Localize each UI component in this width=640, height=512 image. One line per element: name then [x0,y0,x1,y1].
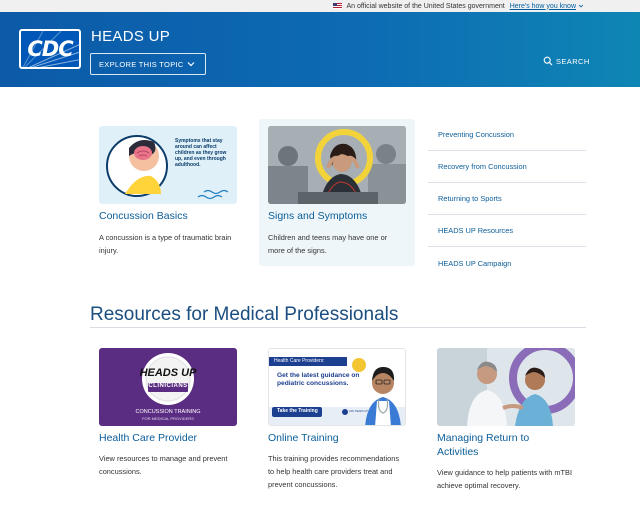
concussion-basics-image: Symptoms that stay around can affect chi… [99,126,237,204]
badge-heads-up-text: HEADS UP [139,367,197,379]
student-headache-photo [268,126,406,204]
heres-how-you-know-label: Here's how you know [509,2,576,10]
search-label: SEARCH [556,56,590,66]
managing-return-card[interactable]: Managing Return to Activities View guida… [437,348,577,498]
take-training-graphic-button: Take the Training [277,408,318,414]
chevron-down-icon [187,62,195,67]
chevron-down-icon [578,4,584,8]
heres-how-you-know-link[interactable]: Here's how you know [510,3,584,10]
doctor-patient-photo [437,348,575,426]
us-flag-icon [333,3,343,9]
concussion-basics-card[interactable]: Symptoms that stay around can affect chi… [99,126,237,266]
card-title[interactable]: Online Training [268,431,339,445]
card-description: This training provides recommendations t… [268,454,400,489]
card-title[interactable]: Health Care Provider [99,431,197,445]
badge-clinicians-text: CLINICIANS [148,383,188,389]
card-description: A concussion is a type of traumatic brai… [99,233,232,255]
caption-providers-text: FOR MEDICAL PROVIDERS [142,416,194,421]
logo-text: CDC [27,37,73,61]
search-button[interactable]: SEARCH [543,56,590,66]
card-title[interactable]: Signs and Symptoms [268,209,367,223]
side-link-preventing-concussion[interactable]: Preventing Concussion [428,119,586,151]
section-divider [90,327,586,328]
signs-symptoms-image [268,126,406,204]
caption-training-text: CONCUSSION TRAINING [135,409,201,415]
site-header: CDC HEADS UP EXPLORE THIS TOPIC SEARCH [0,12,640,87]
site-title[interactable]: HEADS UP [91,28,170,45]
concussion-basics-image-text: Symptoms that stay around can affect chi… [175,138,227,168]
online-training-card[interactable]: Health Care Providers: Get the latest gu… [268,348,406,506]
side-link-list: Preventing Concussion Recovery from Conc… [428,119,586,279]
card-title[interactable]: Concussion Basics [99,209,188,223]
training-tag-text: Health Care Providers: [274,358,325,364]
search-icon [543,56,553,66]
card-title[interactable]: Managing Return to Activities [437,431,567,459]
card-description: View guidance to help patients with mTBI… [437,468,573,490]
side-link-heads-up-campaign[interactable]: HEADS UP Campaign [428,247,586,279]
side-link-recovery[interactable]: Recovery from Concussion [428,151,586,183]
side-link-returning-to-sports[interactable]: Returning to Sports [428,183,586,215]
explore-topic-button[interactable]: EXPLORE THIS TOPIC [90,53,206,75]
card-description: Children and teens may have one or more … [268,233,388,255]
signs-symptoms-card[interactable]: Signs and Symptoms Children and teens ma… [268,126,406,266]
section-title: Resources for Medical Professionals [90,304,399,325]
gov-banner-text: An official website of the United States… [346,2,505,10]
health-care-provider-card[interactable]: HEADS UP CLINICIANS CONCUSSION TRAINING … [99,348,237,478]
online-training-image: Health Care Providers: Get the latest gu… [268,348,406,426]
gov-banner: An official website of the United States… [0,0,640,12]
cdc-logo[interactable]: CDC [19,29,81,69]
training-brand-text: CDC HEADS UP [349,410,368,413]
side-link-heads-up-resources[interactable]: HEADS UP Resources [428,215,586,247]
card-description: View resources to manage and prevent con… [99,454,228,476]
clinicians-image: HEADS UP CLINICIANS CONCUSSION TRAINING … [99,348,237,426]
managing-return-image [437,348,575,426]
training-headline-text: Get the latest guidance on pediatric con… [277,372,360,387]
explore-topic-label: EXPLORE THIS TOPIC [99,59,184,69]
